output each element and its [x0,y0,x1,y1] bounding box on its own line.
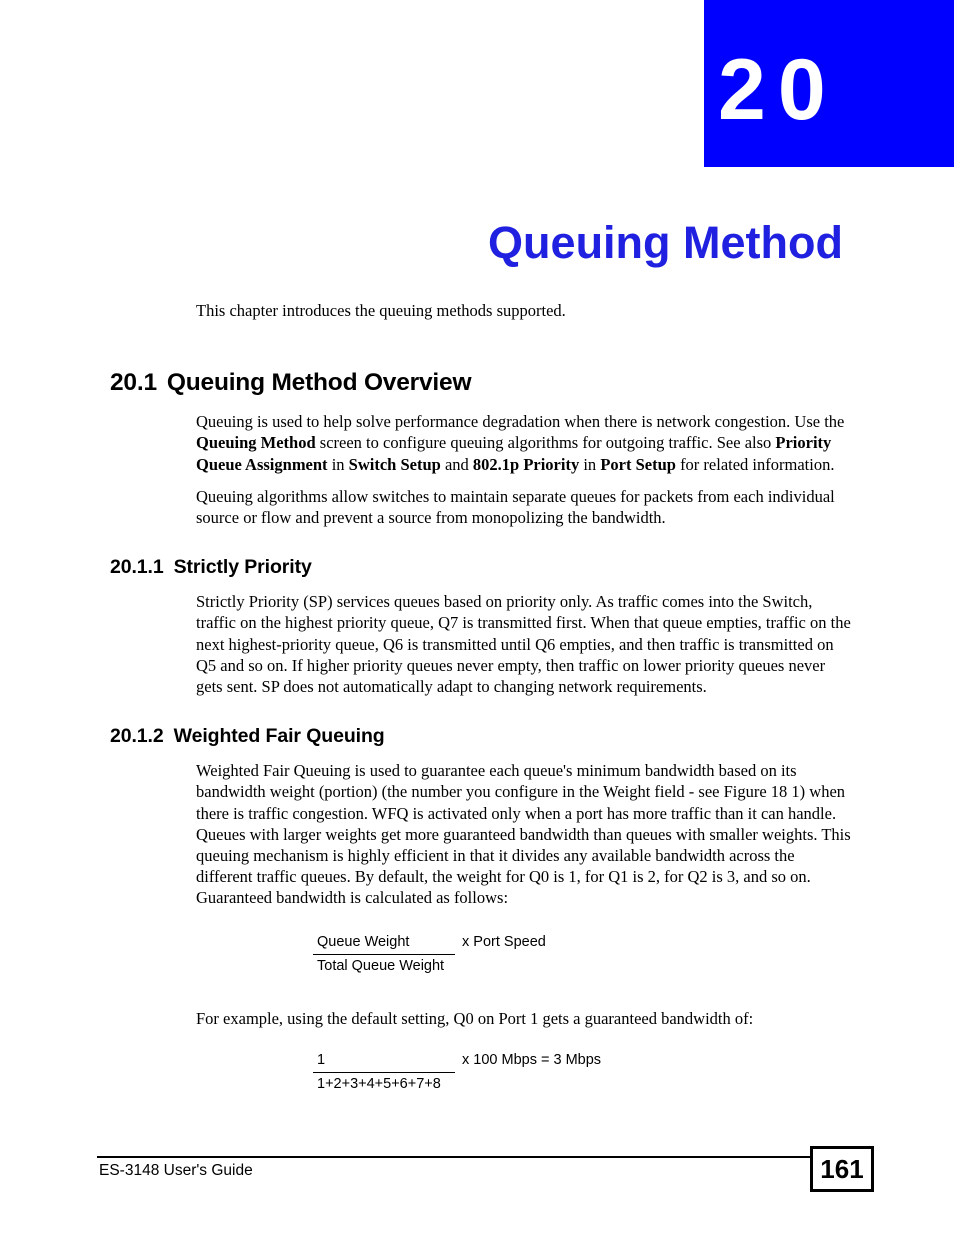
term-queuing-method: Queuing Method [196,433,316,453]
formula-denominator: Total Queue Weight [317,957,445,974]
term-switch-setup: Switch Setup [348,454,441,474]
text-run: for related information. [675,454,835,474]
term-port-setup: Port Setup [600,454,676,474]
document-content: This chapter introduces the queuing meth… [110,300,855,1094]
formula-guaranteed-bandwidth: Queue Weight Total Queue Weight x Port S… [110,933,855,976]
formula-numerator: Queue Weight [313,933,455,955]
page-number-box: 161 [810,1146,874,1192]
section-heading-20-1-1: 20.1.1 Strictly Priority [110,556,855,579]
term-8021p-priority: 802.1p Priority [472,454,580,474]
section-20-1-paragraph-1: Queuing is used to help solve performanc… [110,411,855,475]
page-footer: ES-3148 User's Guide 161 [97,1146,875,1196]
section-heading-20-1-2: 20.1.2 Weighted Fair Queuing [110,725,855,748]
fraction: Queue Weight Total Queue Weight [313,933,455,976]
subsection-title: Weighted Fair Queuing [173,725,385,748]
chapter-number: 20 [718,42,838,138]
formula-multiplier: x 100 Mbps = 3 Mbps [462,1051,602,1068]
formula-multiplier: x Port Speed [462,933,546,950]
text-run: Queuing is used to help solve performanc… [196,412,845,432]
text-run: in [327,454,349,474]
text-run: in [579,454,601,474]
section-20-1-2-body: Weighted Fair Queuing is used to guarant… [196,761,851,908]
page-number: 161 [820,1154,864,1184]
text-run: and [440,454,473,474]
footer-divider [97,1156,812,1158]
chapter-intro-paragraph: This chapter introduces the queuing meth… [196,301,566,320]
formula-example-calculation: 1 1+2+3+4+5+6+7+8 x 100 Mbps = 3 Mbps [110,1051,855,1094]
section-number: 20.1 [110,369,157,397]
section-heading-20-1: 20.1 Queuing Method Overview [110,369,855,397]
subsection-number: 20.1.2 [110,725,164,748]
subsection-title: Strictly Priority [173,556,312,579]
section-title: Queuing Method Overview [166,369,472,397]
formula-numerator: 1 [313,1051,455,1073]
section-20-1-paragraph-2: Queuing algorithms allow switches to mai… [196,486,835,528]
fraction: 1 1+2+3+4+5+6+7+8 [313,1051,455,1094]
subsection-number: 20.1.1 [110,556,164,579]
chapter-banner: 20 [704,0,954,167]
section-20-1-1-body: Strictly Priority (SP) services queues b… [196,592,851,697]
text-run: screen to configure queuing algorithms f… [315,433,776,453]
section-20-1-2-example-text: For example, using the default setting, … [196,1008,754,1028]
page-title: Queuing Method [488,217,843,269]
footer-guide-name: ES-3148 User's Guide [99,1162,253,1179]
formula-denominator: 1+2+3+4+5+6+7+8 [317,1075,441,1092]
